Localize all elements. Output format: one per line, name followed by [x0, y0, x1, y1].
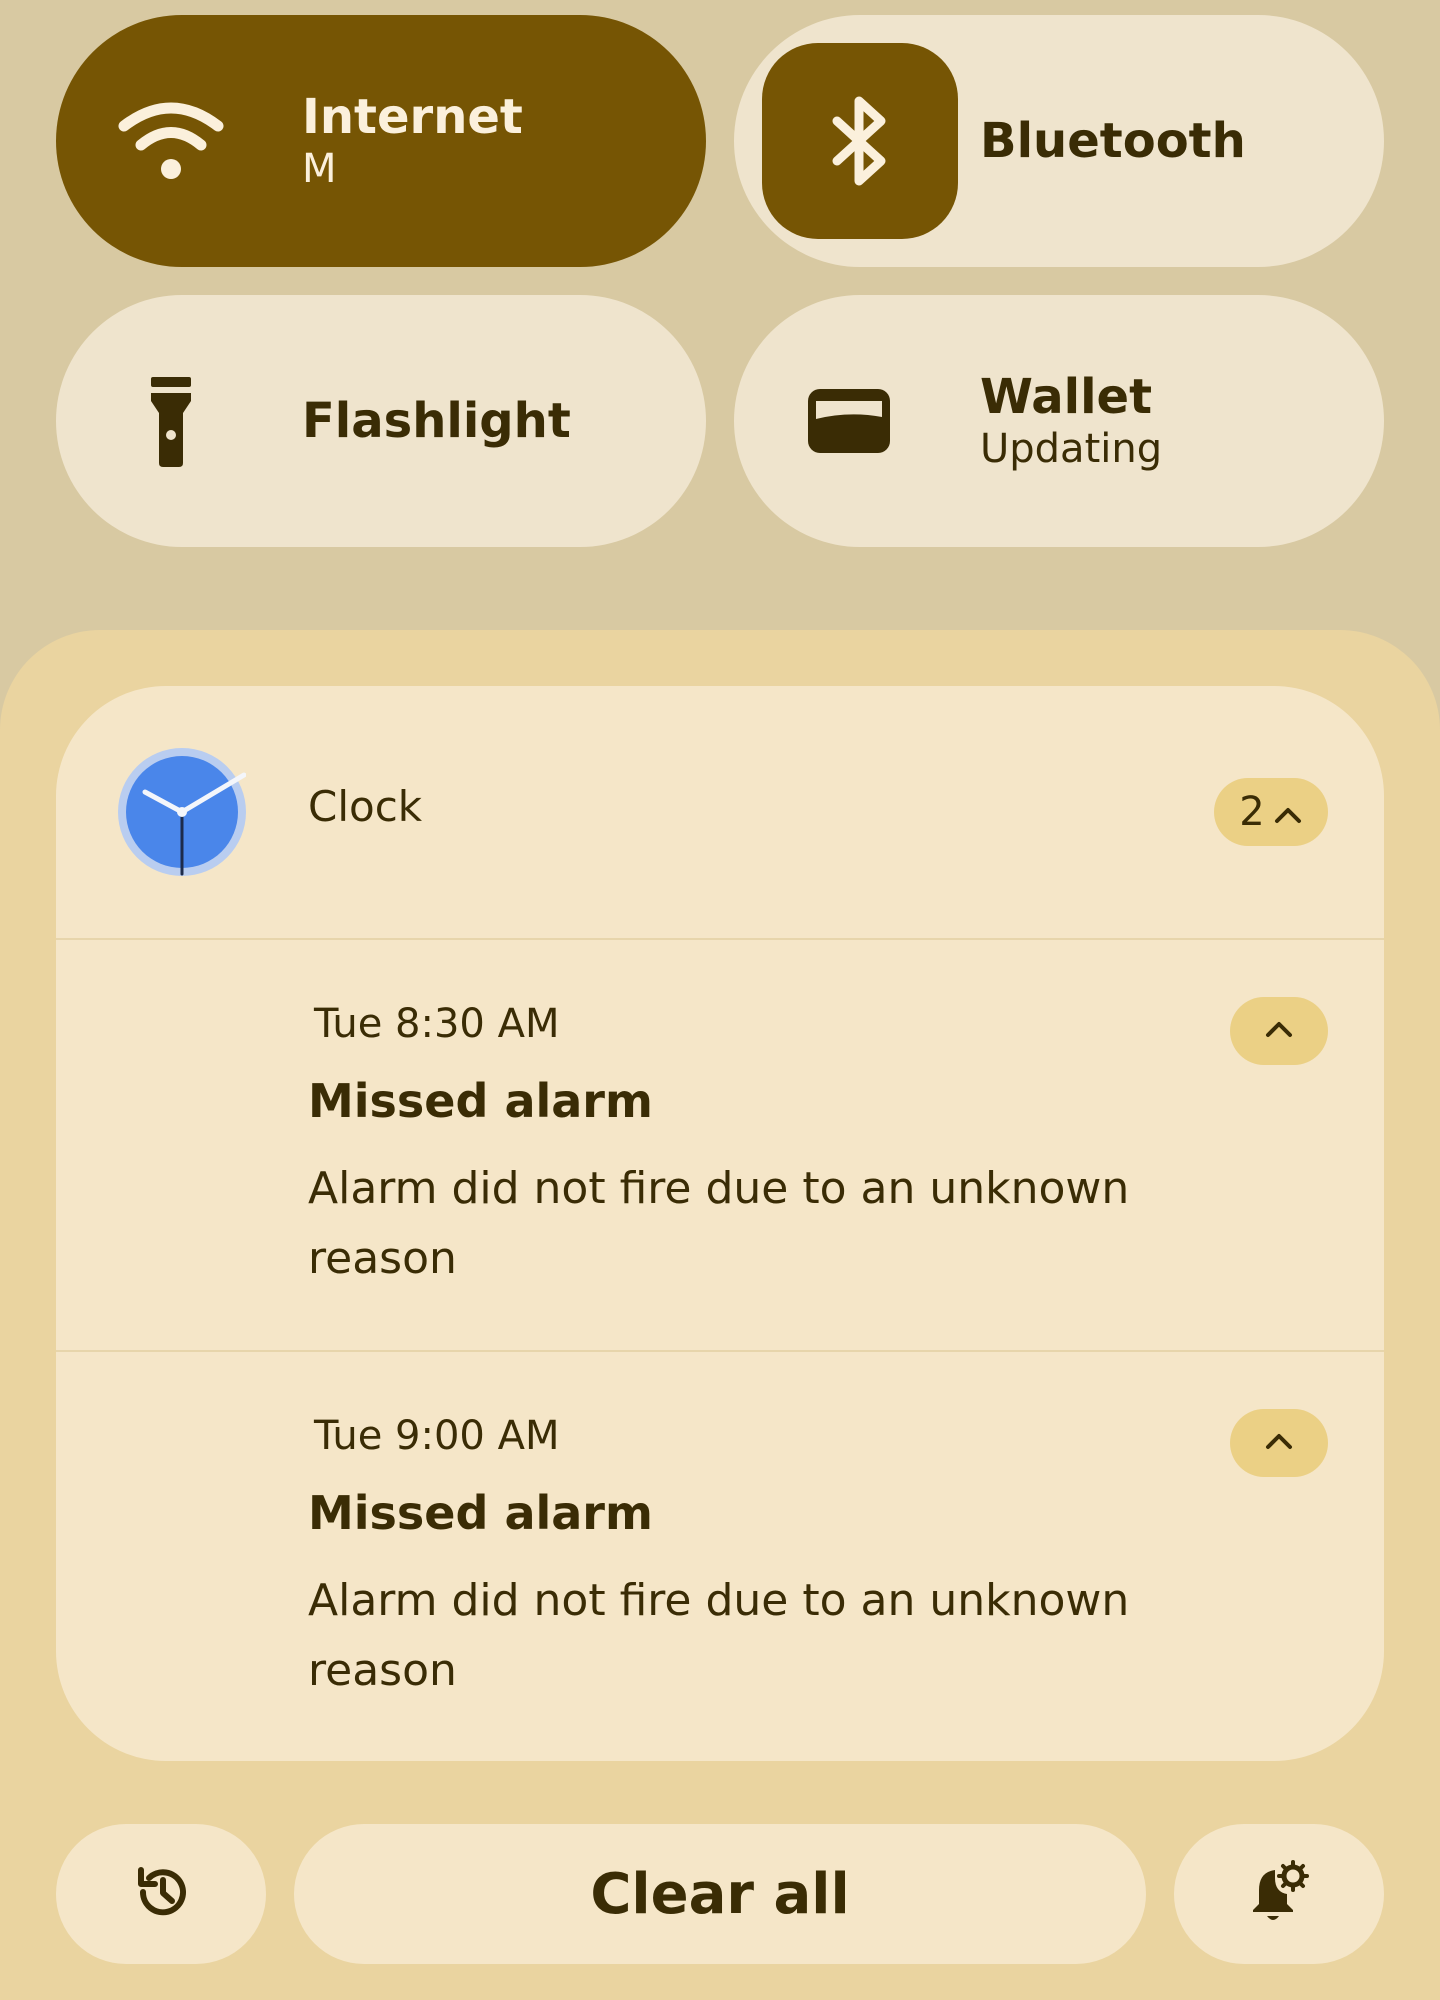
wallet-status: Updating [980, 426, 1163, 473]
flashlight-label: Flashlight [302, 392, 571, 449]
wallet-icon [789, 361, 909, 481]
chevron-up-icon [1273, 789, 1303, 835]
notification-group-header[interactable]: Clock 2 [56, 686, 1384, 938]
notification-history-button[interactable] [56, 1824, 266, 1964]
notification-settings-icon [1247, 1860, 1311, 1928]
notification-item[interactable]: Tue 9:00 AM Missed alarm Alarm did not f… [56, 1352, 1384, 1761]
clock-icon [118, 748, 247, 876]
clock-notification-group[interactable]: Clock 2 Tue 8:30 AM Missed alarm Alarm d… [56, 686, 1384, 1761]
notification-count: 2 [1239, 789, 1265, 835]
group-expand-button[interactable]: 2 [1214, 778, 1328, 846]
notification-item[interactable]: Tue 8:30 AM Missed alarm Alarm did not f… [56, 940, 1384, 1350]
notification-time: Tue 8:30 AM [314, 1001, 560, 1047]
internet-tile[interactable]: Internet M [56, 15, 706, 267]
chevron-up-icon [1264, 1431, 1294, 1455]
wallet-tile[interactable]: Wallet Updating [734, 295, 1384, 547]
clear-all-label: Clear all [590, 1861, 850, 1927]
internet-network-name: M [302, 146, 337, 193]
clear-all-button[interactable]: Clear all [294, 1824, 1146, 1964]
app-name: Clock [308, 782, 423, 831]
bluetooth-label: Bluetooth [980, 112, 1246, 169]
notification-body: Alarm did not fire due to an unknown rea… [308, 1163, 1130, 1284]
notification-collapse-button[interactable] [1230, 997, 1328, 1065]
history-icon [131, 1862, 191, 1926]
bluetooth-icon [762, 43, 958, 239]
notification-settings-button[interactable] [1174, 1824, 1384, 1964]
bluetooth-tile[interactable]: Bluetooth [734, 15, 1384, 267]
wifi-icon [111, 81, 231, 201]
notification-title: Missed alarm [308, 1074, 653, 1128]
notification-time: Tue 9:00 AM [314, 1413, 560, 1459]
flashlight-icon [111, 361, 231, 481]
notification-collapse-button[interactable] [1230, 1409, 1328, 1477]
notification-body: Alarm did not fire due to an unknown rea… [308, 1575, 1130, 1696]
chevron-up-icon [1264, 1019, 1294, 1043]
internet-label: Internet [302, 88, 523, 145]
flashlight-tile[interactable]: Flashlight [56, 295, 706, 547]
notification-title: Missed alarm [308, 1486, 653, 1540]
wallet-label: Wallet [980, 368, 1153, 425]
